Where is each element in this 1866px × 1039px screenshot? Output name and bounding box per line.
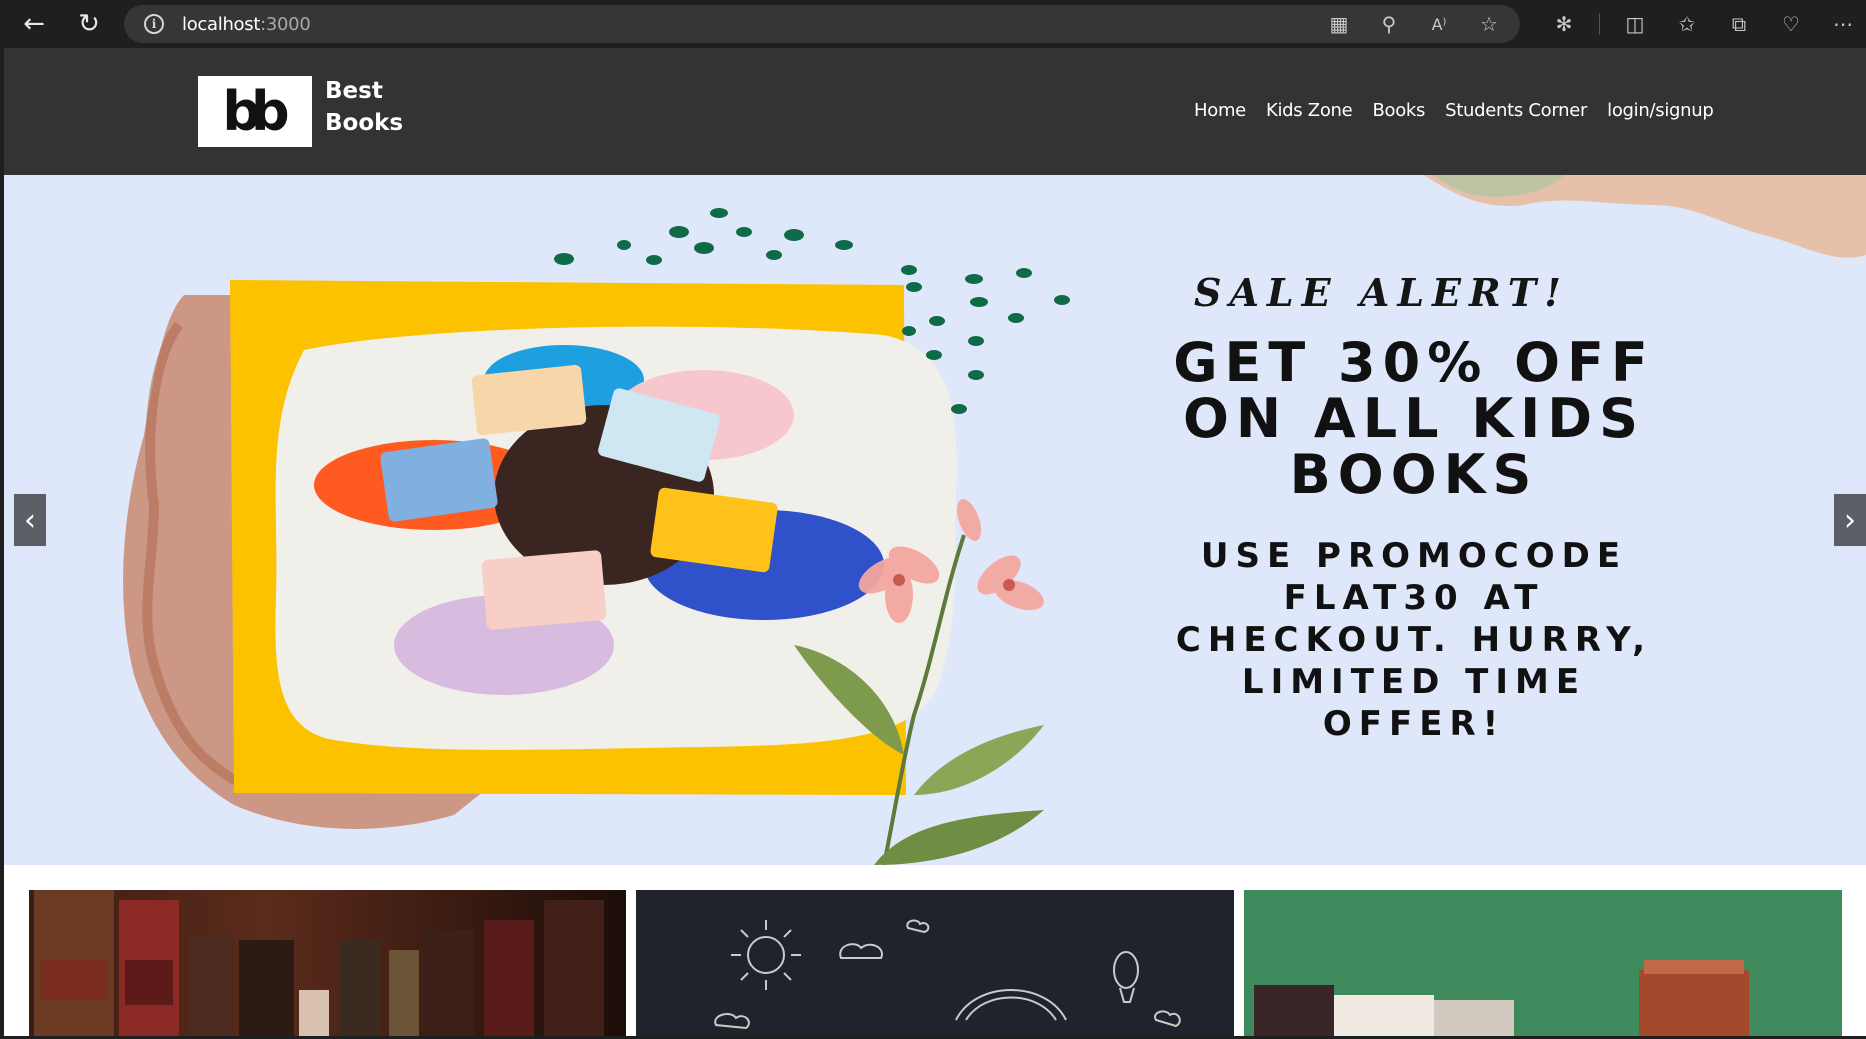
promo-title: GET 30% OFF ON ALL KIDS BOOKS <box>1104 335 1724 503</box>
logo-mark: bb <box>222 79 289 143</box>
nav-kids-zone[interactable]: Kids Zone <box>1266 100 1353 121</box>
brand-line-1: Best <box>325 78 383 104</box>
more-icon[interactable]: ⋯ <box>1826 7 1860 41</box>
brand-name[interactable]: Best Books <box>325 75 403 139</box>
read-aloud-icon[interactable]: A⁾ <box>1422 7 1456 41</box>
promo-code-line: CHECKOUT. HURRY, <box>1175 620 1653 660</box>
nav-home[interactable]: Home <box>1194 100 1246 121</box>
chalkboard-image <box>714 919 1181 1030</box>
health-icon[interactable]: ♡ <box>1774 7 1808 41</box>
nav-books[interactable]: Books <box>1372 100 1425 121</box>
logo[interactable]: bb <box>198 76 312 147</box>
main-nav: Home Kids Zone Books Students Corner log… <box>1194 100 1734 121</box>
hero-carousel: ‹ › SALE ALERT! GET 30% OFF ON ALL KIDS … <box>4 175 1866 865</box>
browser-toolbar: ← ↻ i localhost:3000 ▦ ⚲ A⁾ ☆ ✻ ◫ ✩ ⧉ ♡ … <box>0 0 1866 48</box>
back-arrow-icon[interactable]: ← <box>12 2 56 46</box>
carousel-next-button[interactable]: › <box>1834 494 1866 546</box>
address-bar[interactable]: i localhost:3000 ▦ ⚲ A⁾ ☆ <box>124 5 1520 43</box>
favorite-star-icon[interactable]: ☆ <box>1472 7 1506 41</box>
brand-line-2: Books <box>325 110 404 136</box>
sale-alert-heading: SALE ALERT! <box>1194 270 1569 315</box>
antique-books-image <box>34 890 604 1036</box>
carousel-prev-button[interactable]: ‹ <box>14 494 46 546</box>
promo-code-line: USE PROMOCODE <box>1200 536 1628 576</box>
promo-title-line: BOOKS <box>1289 443 1539 506</box>
info-icon[interactable]: i <box>144 14 164 34</box>
split-screen-icon[interactable]: ◫ <box>1618 7 1652 41</box>
url-text[interactable]: localhost:3000 <box>182 13 311 35</box>
url-host: localhost <box>182 13 261 35</box>
site-header: bb Best Books Home Kids Zone Books Stude… <box>4 48 1866 175</box>
collections-icon[interactable]: ⧉ <box>1722 7 1756 41</box>
nav-login-signup[interactable]: login/signup <box>1607 100 1714 121</box>
category-cards <box>4 865 1866 1036</box>
extensions-icon[interactable]: ✻ <box>1547 7 1581 41</box>
card-kids-chalkboard[interactable] <box>636 890 1234 1036</box>
reload-icon[interactable]: ↻ <box>67 2 111 46</box>
card-books-green[interactable] <box>1244 890 1842 1036</box>
favorites-icon[interactable]: ✩ <box>1670 7 1704 41</box>
promo-code-line: OFFER! <box>1322 704 1506 744</box>
url-port: :3000 <box>260 13 311 35</box>
promo-title-line: GET 30% OFF <box>1173 331 1655 394</box>
apps-icon[interactable]: ▦ <box>1322 7 1356 41</box>
page-viewport: bb Best Books Home Kids Zone Books Stude… <box>4 48 1866 1036</box>
promo-code-text: USE PROMOCODE FLAT30 AT CHECKOUT. HURRY,… <box>1104 535 1724 745</box>
promo-title-line: ON ALL KIDS <box>1183 387 1645 450</box>
promo-code-line: FLAT30 AT <box>1283 578 1545 618</box>
hero-artwork <box>123 175 1866 865</box>
zoom-out-icon[interactable]: ⚲ <box>1372 7 1406 41</box>
green-books-image <box>1244 890 1842 1036</box>
card-antique-books[interactable] <box>29 890 626 1036</box>
promo-code-line: LIMITED TIME <box>1241 662 1587 702</box>
nav-students-corner[interactable]: Students Corner <box>1445 100 1587 121</box>
toolbar-divider <box>1599 13 1600 35</box>
